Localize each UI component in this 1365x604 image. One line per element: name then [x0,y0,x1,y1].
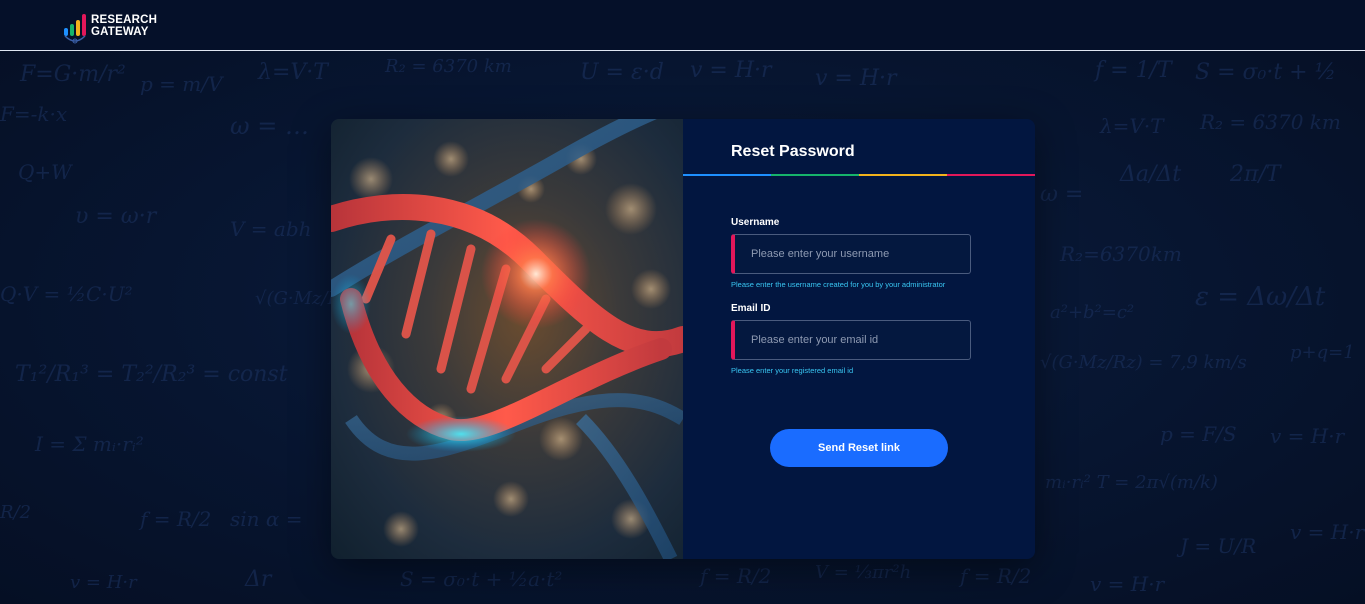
accent-pink [947,174,1035,176]
send-reset-link-button[interactable]: Send Reset link [770,429,948,467]
email-field [731,320,971,360]
brand-name: RESEARCH GATEWAY [91,14,157,39]
reset-password-panel: Reset Password Username Please enter the… [683,119,1035,559]
reset-password-card: Reset Password Username Please enter the… [331,119,1035,559]
username-hint: Please enter the username created for yo… [731,280,946,289]
top-header: RESEARCH GATEWAY [0,0,1365,51]
dna-helix-image [331,119,683,559]
bar-chart-logo-icon [62,8,88,44]
email-label: Email ID [731,303,771,314]
brand-name-line2: GATEWAY [91,26,149,38]
brand-name-line1: RESEARCH [91,13,158,26]
username-input[interactable] [735,235,970,273]
email-input[interactable] [735,321,970,359]
username-field [731,234,971,274]
email-hint: Please enter your registered email id [731,366,854,375]
dna-helix-illustration [331,119,683,559]
title-accent-bar [683,174,1035,176]
accent-green [771,174,859,176]
accent-blue [683,174,771,176]
username-label: Username [731,217,780,228]
page-title: Reset Password [731,143,855,160]
accent-yellow [859,174,947,176]
brand-logo[interactable]: RESEARCH GATEWAY [62,8,157,44]
page: F=G·m/r² p = m/V λ=V·T R₂ = 6370 km U = … [0,0,1365,604]
